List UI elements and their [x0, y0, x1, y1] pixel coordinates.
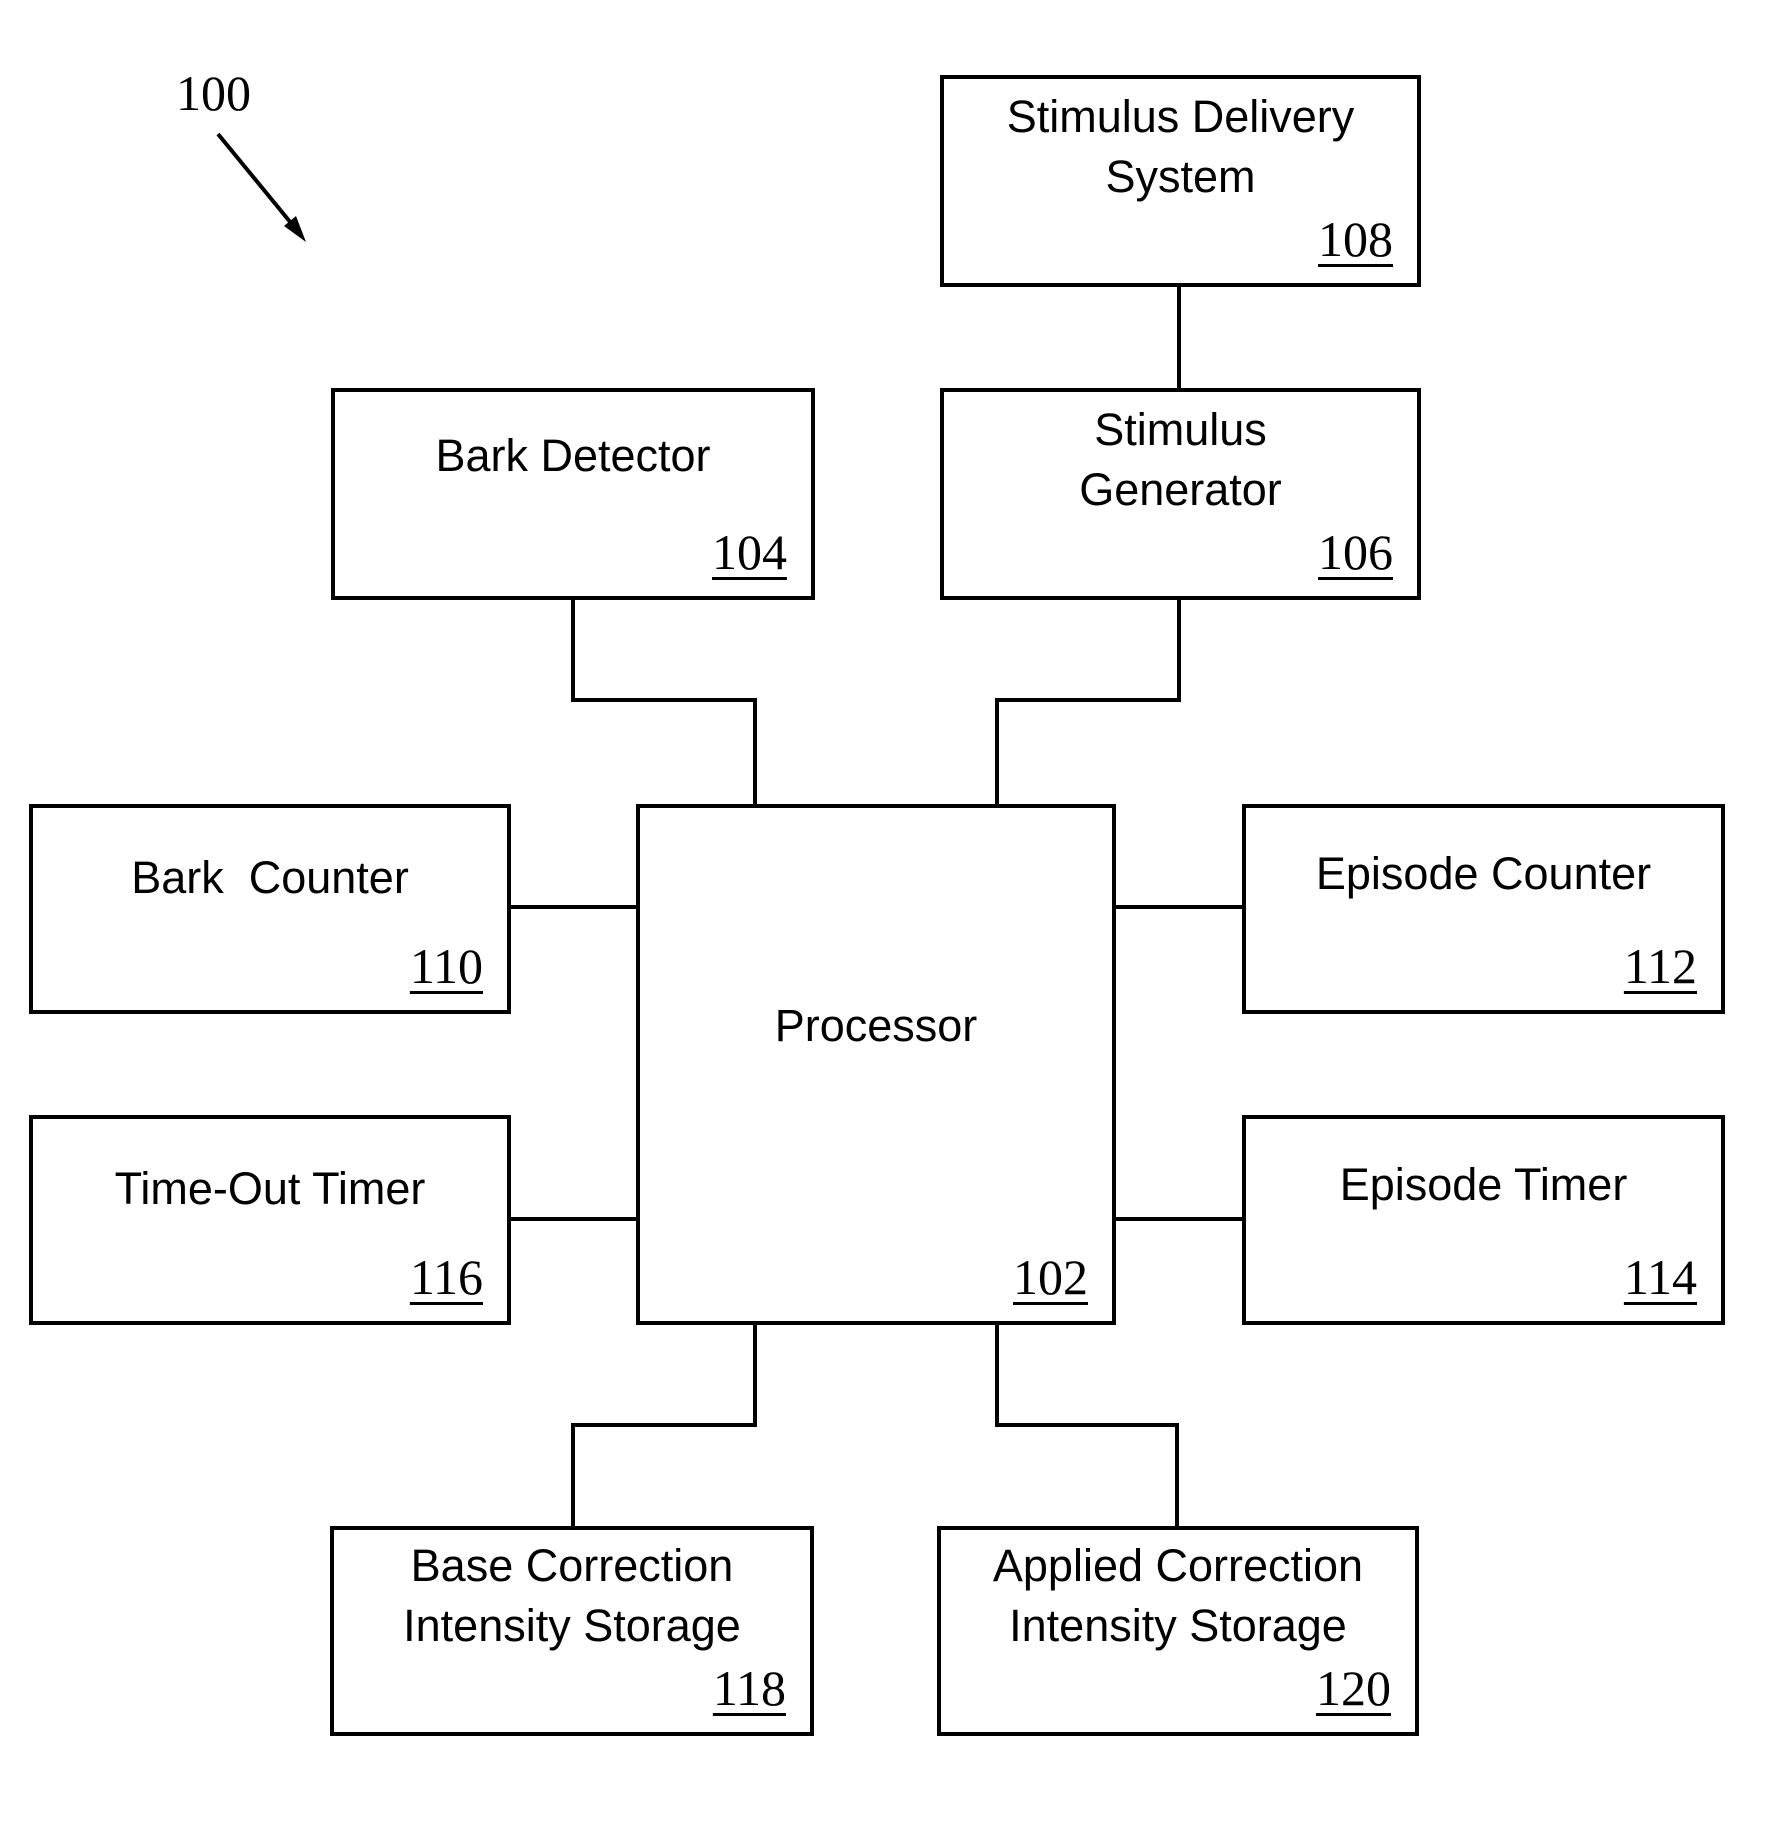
block-title: Base Correction Intensity Storage: [403, 1540, 741, 1651]
block-title: Applied Correction Intensity Storage: [992, 1540, 1364, 1651]
block-title: Stimulus Delivery System: [1006, 91, 1355, 202]
block-ref: 114: [1623, 1249, 1697, 1305]
block-base-correction-intensity-storage: Base Correction Intensity Storage 118: [330, 1526, 814, 1736]
block-bark-detector: Bark Detector 104: [331, 388, 815, 600]
block-title: Time-Out Timer: [114, 1163, 426, 1214]
block-title: Episode Timer: [1339, 1159, 1628, 1210]
figure-label: 100: [176, 65, 251, 121]
block-stimulus-generator: Stimulus Generator 106: [940, 388, 1421, 600]
block-processor: Processor 102: [636, 804, 1116, 1325]
block-ref: 116: [409, 1249, 483, 1305]
block-title: Bark Counter: [131, 852, 409, 903]
block-title: Bark Detector: [435, 430, 711, 481]
block-title: Episode Counter: [1315, 848, 1652, 899]
block-title: Processor: [774, 1000, 978, 1051]
block-ref: 118: [712, 1660, 786, 1716]
block-bark-counter: Bark Counter 110: [29, 804, 511, 1014]
block-title: Stimulus Generator: [1079, 404, 1282, 515]
block-applied-correction-intensity-storage: Applied Correction Intensity Storage 120: [937, 1526, 1419, 1736]
block-ref: 102: [1013, 1249, 1088, 1305]
connector-bark-detector-processor: [571, 599, 757, 804]
block-time-out-timer: Time-Out Timer 116: [29, 1115, 511, 1325]
block-ref: 106: [1318, 524, 1393, 580]
block-episode-counter: Episode Counter 112: [1242, 804, 1725, 1014]
block-ref: 108: [1318, 211, 1393, 267]
connector-processor-base-correction: [571, 1324, 757, 1526]
block-episode-timer: Episode Timer 114: [1242, 1115, 1725, 1325]
connector-generator-processor: [995, 599, 1181, 804]
connector-processor-applied-correction: [995, 1324, 1179, 1526]
block-ref: 110: [409, 938, 483, 994]
block-ref: 112: [1623, 938, 1697, 994]
block-ref: 120: [1316, 1660, 1391, 1716]
arrow-100-shaft: [216, 132, 302, 236]
block-stimulus-delivery-system: Stimulus Delivery System 108: [940, 75, 1421, 287]
block-ref: 104: [712, 524, 787, 580]
